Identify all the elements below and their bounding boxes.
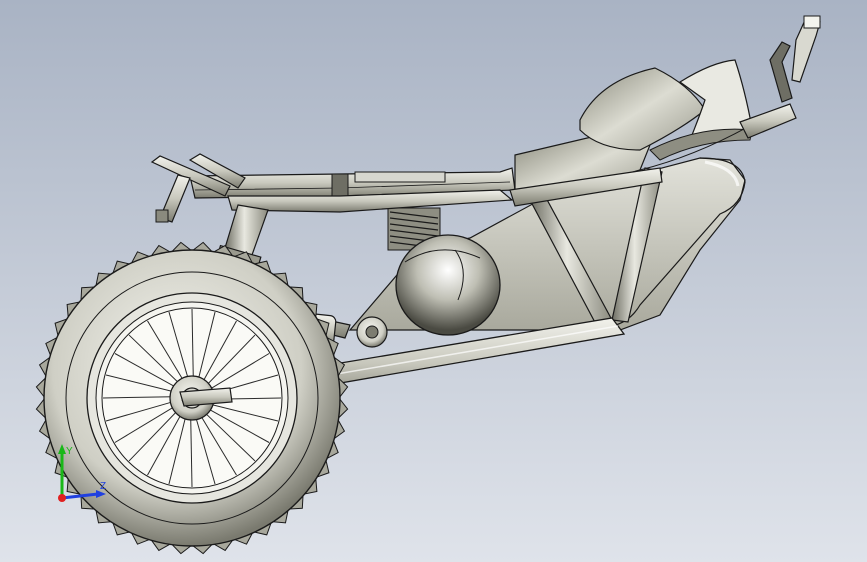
y-axis-label: Y xyxy=(66,446,73,457)
model-viewport[interactable]: Y Z xyxy=(0,0,867,562)
motorcycle-model[interactable] xyxy=(0,0,867,562)
fuel-tank xyxy=(395,234,501,336)
coordinate-triad: Y Z xyxy=(58,444,106,502)
x-axis-icon xyxy=(58,494,66,502)
z-axis-label: Z xyxy=(100,481,106,492)
z-axis-icon xyxy=(61,492,99,500)
